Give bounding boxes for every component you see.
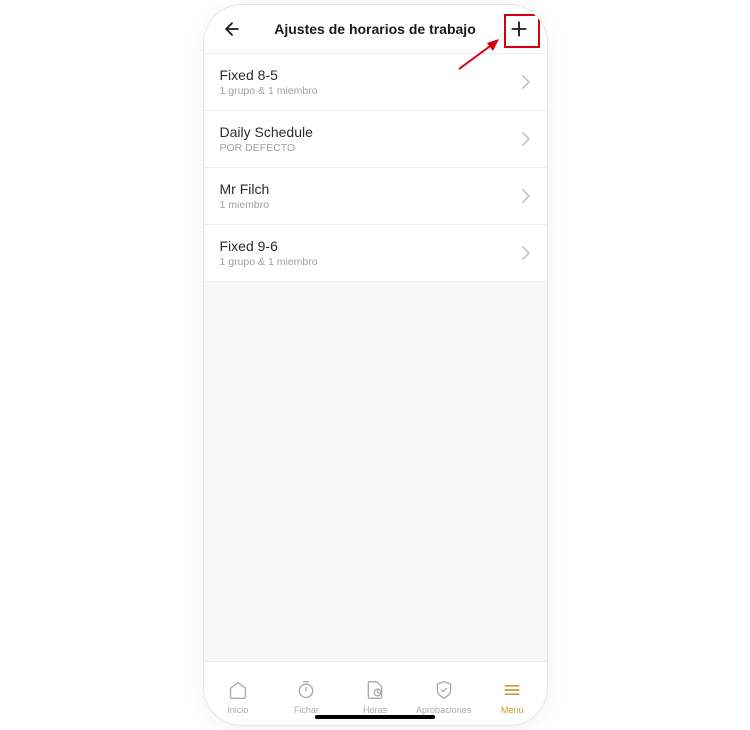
phone-frame: Ajustes de horarios de trabajo Fixed 8-5…	[204, 5, 547, 725]
hours-icon	[364, 679, 386, 701]
nav-label: Aprobaciones	[416, 705, 471, 715]
schedule-subtitle: POR DEFECTO	[220, 142, 313, 154]
schedule-list: Fixed 8-5 1 grupo & 1 miembro Daily Sche…	[204, 53, 547, 661]
schedule-text: Mr Filch 1 miembro	[220, 181, 270, 211]
plus-icon	[509, 19, 529, 39]
nav-home[interactable]: Inicio	[204, 662, 273, 725]
schedule-subtitle: 1 miembro	[220, 199, 270, 211]
nav-label: Fichar	[294, 705, 319, 715]
schedule-title: Fixed 8-5	[220, 67, 318, 83]
schedule-text: Fixed 9-6 1 grupo & 1 miembro	[220, 238, 318, 268]
nav-label: Inicio	[227, 705, 248, 715]
chevron-right-icon	[521, 75, 531, 89]
chevron-right-icon	[521, 132, 531, 146]
schedule-title: Mr Filch	[220, 181, 270, 197]
menu-icon	[501, 679, 523, 701]
nav-label: Menú	[501, 705, 524, 715]
schedule-title: Daily Schedule	[220, 124, 313, 140]
nav-menu[interactable]: Menú	[478, 662, 547, 725]
chevron-right-icon	[521, 189, 531, 203]
home-indicator	[315, 715, 435, 719]
page-title: Ajustes de horarios de trabajo	[274, 21, 476, 37]
shield-icon	[433, 679, 455, 701]
schedule-text: Daily Schedule POR DEFECTO	[220, 124, 313, 154]
schedule-item[interactable]: Mr Filch 1 miembro	[204, 168, 547, 225]
chevron-right-icon	[521, 246, 531, 260]
schedule-item[interactable]: Fixed 8-5 1 grupo & 1 miembro	[204, 53, 547, 111]
schedule-text: Fixed 8-5 1 grupo & 1 miembro	[220, 67, 318, 97]
schedule-subtitle: 1 grupo & 1 miembro	[220, 85, 318, 97]
nav-label: Horas	[363, 705, 387, 715]
schedule-title: Fixed 9-6	[220, 238, 318, 254]
header: Ajustes de horarios de trabajo	[204, 5, 547, 53]
arrow-left-icon	[222, 19, 242, 39]
schedule-subtitle: 1 grupo & 1 miembro	[220, 256, 318, 268]
home-icon	[227, 679, 249, 701]
back-button[interactable]	[218, 15, 246, 43]
timer-icon	[295, 679, 317, 701]
schedule-item[interactable]: Fixed 9-6 1 grupo & 1 miembro	[204, 225, 547, 282]
add-button[interactable]	[505, 15, 533, 43]
schedule-item[interactable]: Daily Schedule POR DEFECTO	[204, 111, 547, 168]
